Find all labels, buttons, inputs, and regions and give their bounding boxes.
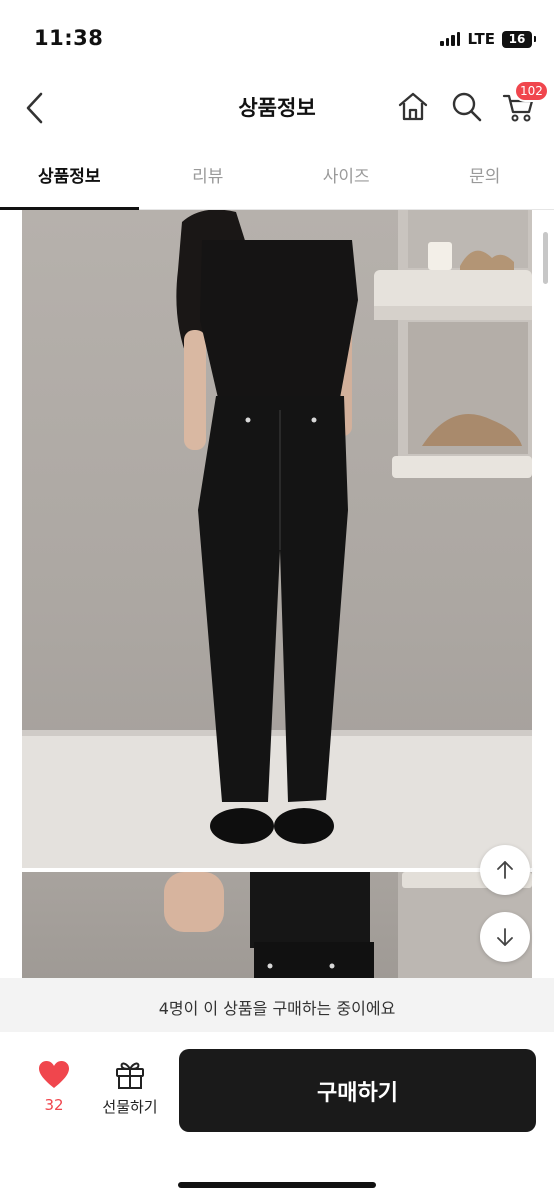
buy-button[interactable]: 구매하기 [179,1049,536,1132]
product-photo [22,210,532,868]
cart-count-badge: 102 [514,80,549,102]
heart-icon [39,1061,69,1088]
status-time: 11:38 [34,26,104,50]
arrow-up-icon [497,861,513,879]
scroll-down-button[interactable] [480,912,530,962]
battery-icon: 16 [502,30,536,48]
tab-inquiry[interactable]: 문의 [416,150,554,209]
network-type: LTE [467,30,495,48]
gift-button[interactable]: 선물하기 [92,1058,168,1128]
status-indicators: LTE 16 [440,30,536,48]
buy-button-label: 구매하기 [317,1080,398,1106]
home-indicator [178,1182,376,1188]
gift-label: 선물하기 [102,1098,158,1116]
battery-level: 16 [508,32,526,46]
product-photo [22,872,532,978]
scroll-up-button[interactable] [480,845,530,895]
tab-product-info[interactable]: 상품정보 [0,150,139,210]
tab-reviews[interactable]: 리뷰 [139,150,278,209]
home-icon [398,92,428,121]
tab-bar: 상품정보 리뷰 사이즈 문의 [0,150,554,210]
purchase-activity-notice: 4명이 이 상품을 구매하는 중이에요 [0,978,554,1032]
bottom-action-bar: 32 선물하기 구매하기 [0,1032,554,1200]
status-bar: 11:38 LTE 16 [0,0,554,80]
scrollbar[interactable] [543,232,548,284]
product-detail-content[interactable] [0,210,554,978]
like-count: 32 [44,1096,64,1114]
search-icon [452,92,482,122]
home-button[interactable] [396,90,430,124]
search-button[interactable] [450,90,484,124]
signal-icon [440,32,461,46]
gift-icon [116,1062,144,1089]
tab-size[interactable]: 사이즈 [277,150,416,209]
top-header: 상품정보 [0,80,554,136]
arrow-down-icon [497,928,513,946]
like-button[interactable]: 32 [28,1060,80,1128]
